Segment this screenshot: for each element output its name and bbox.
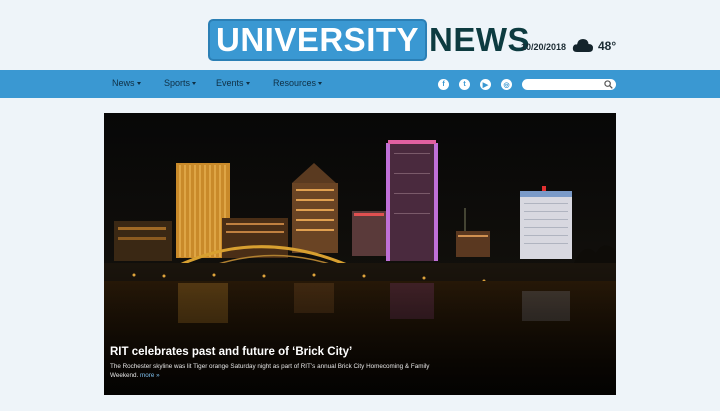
nav-item-news[interactable]: News: [112, 78, 141, 88]
chevron-down-icon: [136, 81, 141, 85]
hero-headline[interactable]: RIT celebrates past and future of ‘Brick…: [110, 346, 440, 358]
read-more-link[interactable]: more »: [140, 372, 160, 379]
current-date: 10/20/2018: [521, 42, 567, 52]
nav-item-label: Resources: [273, 78, 317, 88]
chevron-down-icon: [318, 81, 323, 85]
hero-excerpt: The Rochester skyline was lit Tiger oran…: [110, 362, 440, 380]
youtube-icon[interactable]: ▶: [480, 79, 491, 90]
temperature: 48°: [598, 39, 617, 53]
cloud-icon: [572, 39, 593, 52]
nav-item-resources[interactable]: Resources: [273, 78, 323, 88]
site-header: UNIVERSITY NEWS 10/20/2018 48°: [0, 0, 720, 70]
twitter-icon[interactable]: t: [459, 79, 470, 90]
site-logo[interactable]: UNIVERSITY NEWS: [208, 19, 530, 61]
instagram-icon[interactable]: ◎: [501, 79, 512, 90]
nav-item-label: Sports: [164, 78, 191, 88]
nav-item-label: Events: [216, 78, 244, 88]
hero-caption: RIT celebrates past and future of ‘Brick…: [110, 346, 440, 380]
search-icon[interactable]: [604, 80, 613, 89]
nav-item-events[interactable]: Events: [216, 78, 250, 88]
search-input[interactable]: [522, 79, 616, 90]
chevron-down-icon: [192, 81, 197, 85]
nav-item-label: News: [112, 78, 135, 88]
hero-feature[interactable]: RIT celebrates past and future of ‘Brick…: [104, 113, 616, 395]
logo-university-box: UNIVERSITY: [208, 19, 428, 61]
nav-item-sports[interactable]: Sports: [164, 78, 197, 88]
facebook-icon[interactable]: f: [438, 79, 449, 90]
logo-university-text: UNIVERSITY: [216, 21, 420, 58]
chevron-down-icon: [245, 81, 250, 85]
logo-news-text: NEWS: [429, 21, 531, 58]
